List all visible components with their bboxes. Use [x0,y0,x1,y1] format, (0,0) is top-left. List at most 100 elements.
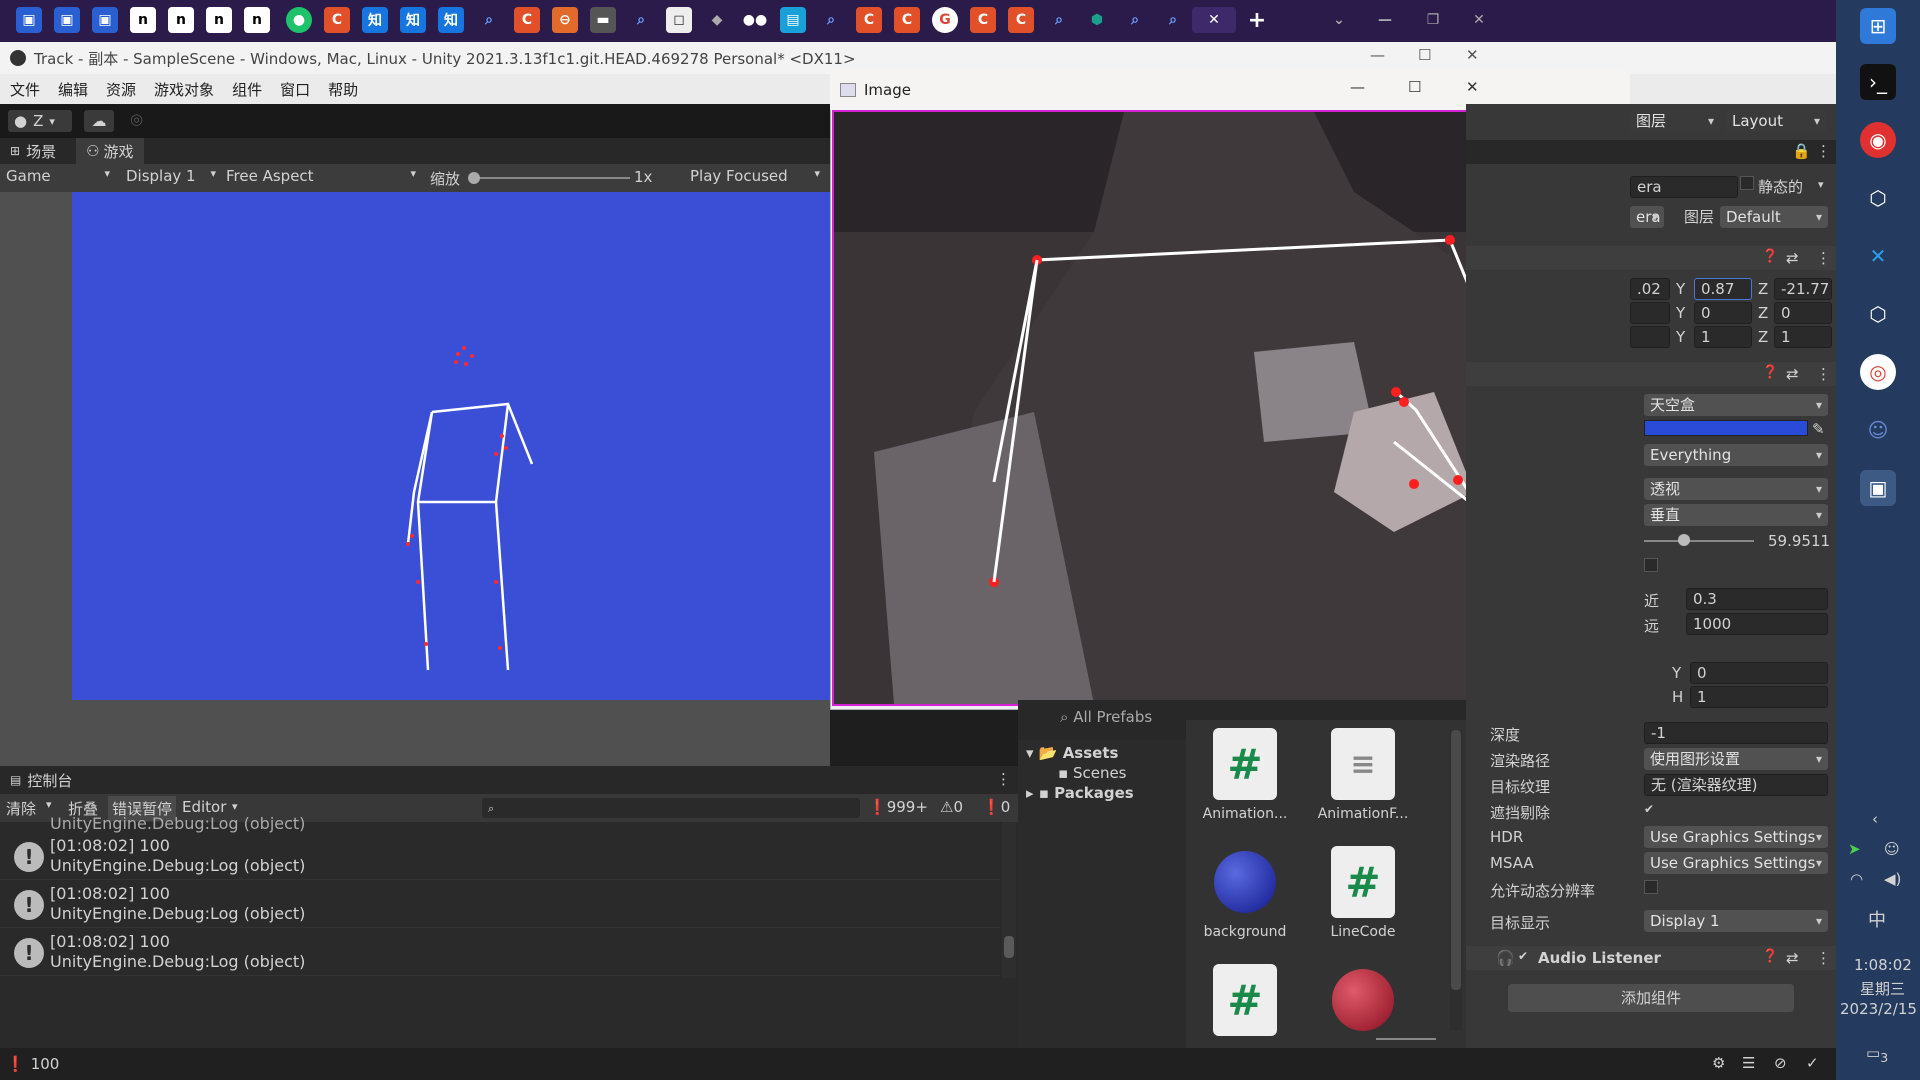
log-count-badge[interactable]: ❗999+ [868,798,928,816]
chat-tab-icon[interactable]: ◆ [704,7,730,33]
kebab-menu-icon[interactable]: ⋮ [1816,249,1831,267]
error-count-badge[interactable]: ❗0 [982,798,1010,816]
minimize-icon[interactable]: — [1350,78,1365,96]
menu-file[interactable]: 文件 [10,79,40,100]
depth-field[interactable]: -1 [1644,722,1828,744]
kebab-menu-icon[interactable]: ⋮ [996,770,1011,788]
chrome-icon[interactable]: ◎ [1860,354,1896,390]
red-c-tab-icon[interactable]: C [970,7,996,33]
teal-tab-icon[interactable]: ⬢ [1084,7,1110,33]
dark-tab-icon[interactable]: ▬ [590,7,616,33]
orange-tab-icon[interactable]: ⊖ [552,7,578,33]
unity-icon[interactable]: ⬡ [1860,296,1896,332]
transform-header[interactable]: ❓ ⇄ ⋮ [1466,246,1836,270]
close-icon[interactable]: ✕ [1466,78,1479,96]
vscode-icon[interactable]: ✕ [1860,238,1896,274]
zhihu-tab-icon[interactable]: 知 [438,7,464,33]
scale-x-field[interactable] [1630,326,1670,348]
discord-icon[interactable]: ☺ [1860,412,1896,448]
console-scrollbar[interactable] [1002,822,1016,978]
network-icon[interactable]: ⊘ [1774,1054,1787,1072]
medium-tab-icon[interactable]: ●● [742,7,768,33]
menu-edit[interactable]: 编辑 [58,79,88,100]
position-y-field[interactable]: 0.87 [1694,278,1752,300]
zhihu-tab-icon[interactable]: 知 [400,7,426,33]
play-mode-dropdown[interactable]: Play Focused ▾ [690,167,820,185]
chevron-down-icon[interactable]: ▾ [46,798,52,811]
background-color-field[interactable] [1644,420,1808,436]
menu-window[interactable]: 窗口 [280,79,310,100]
scale-y-field[interactable]: 1 [1694,326,1752,348]
scrollbar-thumb[interactable] [1004,936,1014,958]
calendar-tab-icon[interactable]: ▣ [92,7,118,33]
check-icon[interactable]: ✓ [1806,1054,1819,1072]
layout-dropdown[interactable]: Layout [1726,110,1826,132]
status-message[interactable]: 100 [31,1055,60,1073]
dynamic-resolution-checkbox[interactable] [1644,880,1658,894]
console-title[interactable]: 控制台 [27,770,72,791]
kebab-menu-icon[interactable]: ⋮ [1816,142,1831,160]
position-z-field[interactable]: -21.77 [1774,278,1832,300]
asset-animation-file[interactable]: ≡ AnimationF... [1308,728,1418,822]
position-x-field[interactable]: .02 [1630,278,1670,300]
kebab-menu-icon[interactable]: ⋮ [1816,949,1831,967]
red-c-tab-icon[interactable]: C [856,7,882,33]
occlusion-checkbox[interactable]: ✔ [1644,802,1654,816]
search-tab-icon[interactable]: ⌕ [1122,7,1148,33]
viewport-y-field[interactable]: 0 [1690,662,1828,684]
add-component-button[interactable]: 添加组件 [1508,984,1794,1012]
clear-flags-dropdown[interactable]: 天空盒 [1644,394,1828,416]
console-search-input[interactable]: ⌕ [482,798,860,818]
search-tab-icon[interactable]: ⌕ [818,7,844,33]
notion-tab-icon[interactable]: n [206,7,232,33]
far-field[interactable]: 1000 [1686,613,1828,635]
google-tab-icon[interactable]: G [932,7,958,33]
account-dropdown[interactable]: ● Z ▾ [8,110,72,132]
arrow-icon[interactable]: ➤ [1848,840,1861,858]
target-display-dropdown[interactable]: Display 1 [1644,910,1828,932]
active-tab-close-icon[interactable]: ✕ [1192,7,1236,33]
fov-slider-handle[interactable] [1678,534,1690,546]
tab-scene[interactable]: 场景 [26,141,56,162]
culling-mask-dropdown[interactable]: Everything [1644,444,1828,466]
unity-hub-icon[interactable]: ⬡ [1860,180,1896,216]
clock-time[interactable]: 1:08:02 [1854,956,1912,974]
zhihu-tab-icon[interactable]: 知 [362,7,388,33]
log-entry[interactable]: ! [01:08:02] 100 UnityEngine.Debug:Log (… [0,832,1000,880]
msaa-dropdown[interactable]: Use Graphics Settings [1644,852,1828,874]
audio-listener-header[interactable]: 🎧 ✔ Audio Listener ❓ ⇄ ⋮ [1466,946,1836,970]
search-tab-icon[interactable]: ⌕ [476,7,502,33]
red-c-tab-icon[interactable]: C [324,7,350,33]
minimize-icon[interactable]: — [1370,46,1385,64]
layers-icon[interactable]: ☰ [1742,1054,1755,1072]
preset-icon[interactable]: ⇄ [1786,365,1799,383]
lock-icon[interactable]: 🔒 [1792,142,1811,160]
red-c-tab-icon[interactable]: C [514,7,540,33]
rotation-x-field[interactable] [1630,302,1670,324]
clock-date[interactable]: 2023/2/15 [1840,1000,1917,1018]
notion-tab-icon[interactable]: n [244,7,270,33]
projection-dropdown[interactable]: 透视 [1644,478,1828,500]
viewport-h-field[interactable]: 1 [1690,686,1828,708]
asset-background[interactable]: background [1190,846,1300,940]
wifi-icon[interactable]: ◠ [1850,870,1863,888]
tree-item-scenes[interactable]: ▪ Scenes [1058,764,1127,782]
white-tab-icon[interactable]: ◻ [666,7,692,33]
discord-tray-icon[interactable]: ☺ [1884,840,1900,858]
help-icon[interactable]: ❓ [1762,949,1778,964]
netease-music-icon[interactable]: ◉ [1860,122,1896,158]
tree-item-assets[interactable]: ▾ 📂 Assets [1026,744,1118,762]
layer-dropdown[interactable]: Default [1720,206,1828,228]
menu-gameobject[interactable]: 游戏对象 [154,79,214,100]
menu-assets[interactable]: 资源 [106,79,136,100]
chevron-left-icon[interactable]: ‹ [1872,810,1878,828]
layers-dropdown[interactable]: 图层 [1630,110,1720,132]
hdr-dropdown[interactable]: Use Graphics Settings [1644,826,1828,848]
log-entry[interactable]: ! [01:08:02] 100 UnityEngine.Debug:Log (… [0,928,1000,976]
debug-icon[interactable]: ⚙ [1712,1054,1725,1072]
target-texture-field[interactable]: 无 (渲染器纹理) [1644,774,1828,796]
calendar-tab-icon[interactable]: ▣ [16,7,42,33]
ime-indicator[interactable]: 中 [1868,906,1886,932]
fov-value[interactable]: 59.9511 [1768,532,1830,550]
fov-slider[interactable] [1644,540,1754,542]
